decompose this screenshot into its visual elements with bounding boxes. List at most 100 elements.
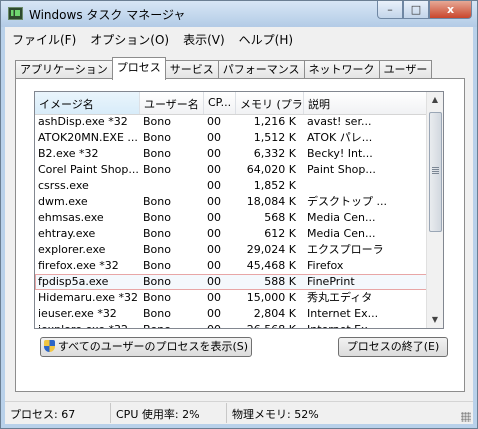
cell-memory: 45,468 K — [246, 259, 296, 272]
cell-description: 秀丸エディタ — [307, 291, 373, 304]
cell-description: Becky! Int... — [307, 147, 373, 160]
menu-help[interactable]: ヘルプ(H) — [232, 29, 300, 49]
cell-image-name: ehtray.exe — [38, 227, 96, 240]
process-row[interactable]: Hidemaru.exe *32 Bono 00 15,000 K 秀丸エディタ — [35, 290, 428, 306]
menu-options[interactable]: オプション(O) — [83, 29, 176, 49]
cell-user-name: Bono — [143, 275, 171, 288]
tab-processes[interactable]: プロセス — [111, 57, 166, 80]
cell-user-name: Bono — [143, 195, 171, 208]
process-row[interactable]: fpdisp5a.exe Bono 00 588 K FinePrint — [35, 274, 428, 290]
column-memory[interactable]: メモリ (プラ... — [236, 92, 304, 114]
task-manager-window: Windows タスク マネージャ – □ x ファイル(F) オプション(O)… — [0, 0, 478, 429]
cell-user-name: Bono — [143, 243, 171, 256]
process-row[interactable]: ieuser.exe *32 Bono 00 2,804 K Internet Ex..… — [35, 306, 428, 322]
cell-image-name: explorer.exe — [38, 243, 106, 256]
vertical-scrollbar[interactable]: ▲ ▼ — [426, 92, 443, 328]
cell-description: エクスプローラ — [307, 243, 384, 256]
cell-image-name: ehmsas.exe — [38, 211, 104, 224]
process-row[interactable]: dwm.exe Bono 00 18,084 K デスクトップ ... — [35, 194, 428, 210]
cell-image-name: B2.exe *32 — [38, 147, 99, 160]
menu-file[interactable]: ファイル(F) — [5, 29, 83, 49]
status-physical-memory: 物理メモリ: 52% — [232, 408, 319, 421]
process-row[interactable]: csrss.exe 00 1,852 K — [35, 178, 428, 194]
cell-user-name: Bono — [143, 259, 171, 272]
cell-cpu: 00 — [207, 131, 221, 144]
cell-cpu: 00 — [207, 163, 221, 176]
process-list[interactable]: イメージ名 ユーザー名 CP... メモリ (プラ... 説明 ashDisp.… — [34, 91, 444, 329]
maximize-button[interactable]: □ — [403, 1, 429, 19]
cell-user-name: Bono — [143, 131, 171, 144]
process-row[interactable]: ehtray.exe Bono 00 612 K Media Cen... — [35, 226, 428, 242]
cell-cpu: 00 — [207, 307, 221, 320]
process-row[interactable]: Corel Paint Shop... Bono 00 64,020 K Paint S… — [35, 162, 428, 178]
cell-cpu: 00 — [207, 259, 221, 272]
process-row[interactable]: ATOK20MN.EXE ... Bono 00 1,512 K ATOK パレ... — [35, 130, 428, 146]
menu-bar: ファイル(F) オプション(O) 表示(V) ヘルプ(H) — [5, 29, 300, 49]
cell-description: Internet Ex... — [307, 307, 379, 320]
cell-cpu: 00 — [207, 243, 221, 256]
cell-memory: 6,332 K — [253, 147, 296, 160]
cell-memory: 1,852 K — [253, 179, 296, 192]
cell-cpu: 00 — [204, 322, 236, 328]
cell-memory: 26,568 K — [236, 322, 304, 328]
process-row[interactable]: explorer.exe Bono 00 29,024 K エクスプローラ — [35, 242, 428, 258]
menu-view[interactable]: 表示(V) — [176, 29, 232, 49]
column-cpu[interactable]: CP... — [204, 92, 236, 114]
tab-applications[interactable]: アプリケーション — [15, 60, 113, 80]
processes-panel: イメージ名 ユーザー名 CP... メモリ (プラ... 説明 ashDisp.… — [15, 78, 465, 392]
status-bar: プロセス: 67 CPU 使用率: 2% 物理メモリ: 52% — [5, 401, 473, 424]
cell-memory: 29,024 K — [246, 243, 296, 256]
cell-description: Internet Ex... — [304, 322, 428, 328]
end-process-button[interactable]: プロセスの終了(E) — [338, 337, 448, 357]
cell-image-name: fpdisp5a.exe — [38, 275, 109, 288]
process-row[interactable]: B2.exe *32 Bono 00 6,332 K Becky! Int... — [35, 146, 428, 162]
column-image-name[interactable]: イメージ名 — [35, 92, 140, 114]
show-all-users-button[interactable]: すべてのユーザーのプロセスを表示(S) — [40, 337, 252, 357]
process-row[interactable]: firefox.exe *32 Bono 00 45,468 K Firefox — [35, 258, 428, 274]
column-description[interactable]: 説明 — [304, 92, 428, 114]
cell-user-name: Bono — [140, 322, 204, 328]
resize-grip[interactable] — [461, 412, 471, 422]
task-manager-icon — [8, 7, 23, 20]
cell-image-name: ieuser.exe *32 — [38, 307, 117, 320]
cell-image-name: dwm.exe — [38, 195, 88, 208]
cell-memory: 2,804 K — [253, 307, 296, 320]
cell-user-name: Bono — [143, 163, 171, 176]
cell-user-name: Bono — [143, 291, 171, 304]
cell-cpu: 00 — [207, 195, 221, 208]
scroll-thumb[interactable] — [429, 112, 442, 232]
show-all-users-label: すべてのユーザーのプロセスを表示(S) — [57, 340, 249, 353]
cell-description — [304, 178, 428, 194]
minimize-button[interactable]: – — [377, 1, 403, 19]
process-row[interactable]: iexplore.exe *32Bono0026,568 KInternet E… — [35, 322, 428, 328]
cell-description: Firefox — [307, 259, 344, 272]
cell-cpu: 00 — [207, 275, 221, 288]
scroll-up-arrow-icon[interactable]: ▲ — [427, 92, 443, 108]
cell-description: FinePrint — [307, 275, 355, 288]
cell-image-name: firefox.exe *32 — [38, 259, 119, 272]
caption-buttons: – □ x — [377, 1, 472, 20]
window-title: Windows タスク マネージャ — [29, 8, 186, 22]
cell-description: avast! ser... — [307, 115, 372, 128]
cell-cpu: 00 — [207, 147, 221, 160]
process-row[interactable]: ashDisp.exe *32 Bono 00 1,216 K avast! ser..… — [35, 114, 428, 130]
cell-memory: 1,512 K — [253, 131, 296, 144]
tab-services[interactable]: サービス — [164, 60, 219, 80]
client-area: ファイル(F) オプション(O) 表示(V) ヘルプ(H) アプリケーション プ… — [5, 27, 473, 401]
title-bar[interactable]: Windows タスク マネージャ – □ x — [1, 1, 477, 27]
cell-memory: 15,000 K — [246, 291, 296, 304]
cell-cpu: 00 — [207, 179, 221, 192]
cell-memory: 588 K — [264, 275, 296, 288]
cell-image-name: Corel Paint Shop... — [38, 163, 139, 176]
process-row[interactable]: ehmsas.exe Bono 00 568 K Media Cen... — [35, 210, 428, 226]
tab-network[interactable]: ネットワーク — [303, 60, 380, 80]
scroll-down-arrow-icon[interactable]: ▼ — [427, 312, 443, 328]
cell-cpu: 00 — [207, 211, 221, 224]
cell-image-name: ATOK20MN.EXE ... — [38, 131, 138, 144]
cell-description: ATOK パレ... — [307, 131, 373, 144]
status-process-count: プロセス: 67 — [5, 403, 111, 423]
tab-users[interactable]: ユーザー — [378, 60, 433, 80]
tab-performance[interactable]: パフォーマンス — [217, 60, 305, 80]
close-button[interactable]: x — [429, 1, 472, 19]
column-user-name[interactable]: ユーザー名 — [140, 92, 204, 114]
